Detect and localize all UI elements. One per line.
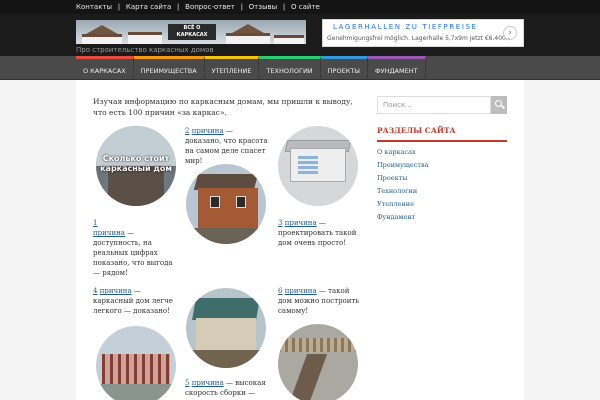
reason-6-link[interactable]: причина [285, 287, 317, 295]
logo-house [226, 33, 270, 44]
image-fence [278, 338, 358, 352]
search-form: Поиск... [377, 96, 507, 114]
reason-4-image[interactable] [96, 326, 176, 400]
reason-2-text: 2 причина — доказано, что красота на сам… [185, 126, 271, 166]
sidebar-item-advantages[interactable]: Преимущества [377, 159, 507, 172]
sidebar-item-insulation[interactable]: Утепление [377, 198, 507, 211]
reason-5-link[interactable]: причина [192, 379, 224, 387]
intro-text: Изучая информацию по каркасным домам, мы… [93, 97, 353, 117]
top-nav: Контакты ❙ Карта сайта ❙ Вопрос-ответ ❙ … [76, 3, 320, 11]
image-frame [102, 354, 170, 384]
page-gutter-left [0, 80, 76, 400]
reason-3-number[interactable]: 3 [278, 219, 282, 227]
top-bar: Контакты ❙ Карта сайта ❙ Вопрос-ответ ❙ … [0, 0, 600, 14]
image-house [198, 188, 258, 230]
nav-item-insulation[interactable]: Утепление [204, 56, 260, 80]
top-nav-separator: ❙ [281, 3, 288, 11]
site-tagline: Про строительство каркасных домов [76, 46, 214, 54]
logo-badge: ВСЁ О КАРКАСАХ [168, 24, 216, 40]
top-nav-faq[interactable]: Вопрос-ответ [185, 3, 235, 11]
ad-text: Genehmigungsfrei möglich. Lagerhalle 5,7… [327, 35, 510, 42]
sidebar-list: О каркасах Преимущества Проекты Технолог… [377, 146, 507, 224]
reason-5-image[interactable] [186, 288, 266, 368]
image-trench [288, 354, 328, 400]
image-house [196, 318, 256, 350]
search-button[interactable] [491, 96, 507, 114]
logo-house [274, 35, 304, 44]
reason-4-text: 4 причина — каркасный дом легче легкого … [93, 286, 177, 316]
top-nav-separator: ❙ [238, 3, 245, 11]
image-ground [186, 228, 266, 244]
reason-5-number[interactable]: 5 [185, 379, 189, 387]
logo-house [128, 32, 162, 44]
ad-title[interactable]: LAGERHALLEN ZU TIEFPREISE [333, 23, 478, 31]
reason-5-text: 5 причина — высокая скорость сборки — [185, 378, 271, 398]
reason-4-number[interactable]: 4 [93, 287, 97, 295]
image-window [236, 196, 246, 208]
image-roof [192, 298, 260, 320]
image-ground [96, 384, 176, 400]
sidebar-item-karkasy[interactable]: О каркасах [377, 146, 507, 159]
reason-2-image[interactable] [186, 164, 266, 244]
sidebar-item-technology[interactable]: Технологии [377, 185, 507, 198]
reason-6-number[interactable]: 6 [278, 287, 282, 295]
sidebar-title: Разделы сайта [377, 126, 507, 142]
reason-6-image[interactable] [278, 324, 358, 400]
site-logo[interactable]: ВСЁ О КАРКАСАХ [76, 20, 306, 44]
reason-2-link[interactable]: причина [192, 127, 224, 135]
reason-1-link[interactable]: причина [93, 229, 125, 237]
reason-1-image[interactable]: Сколько стоит каркасный дом [96, 126, 176, 206]
top-nav-separator: ❙ [116, 3, 122, 11]
chevron-right-icon[interactable]: › [503, 26, 517, 40]
top-nav-reviews[interactable]: Отзывы [249, 3, 278, 11]
top-nav-sitemap[interactable]: Карта сайта [126, 3, 171, 11]
page-gutter-right [524, 80, 600, 400]
nav-item-karkasy[interactable]: О каркасах [76, 56, 134, 80]
image-window [210, 196, 220, 208]
reason-4-link[interactable]: причина [100, 287, 132, 295]
logo-house [82, 34, 122, 44]
reason-1-number[interactable]: 1 [93, 219, 97, 227]
sidebar-item-foundation[interactable]: Фундамент [377, 211, 507, 224]
logo-roof [232, 24, 264, 33]
search-input[interactable]: Поиск... [377, 96, 491, 114]
sidebar-item-projects[interactable]: Проекты [377, 172, 507, 185]
nav-item-foundation[interactable]: Фундамент [368, 56, 426, 80]
reason-2-number[interactable]: 2 [185, 127, 189, 135]
main-nav: О каркасах Преимущества Утепление Технол… [0, 56, 600, 80]
nav-item-advantages[interactable]: Преимущества [133, 56, 205, 80]
logo-roof [86, 25, 118, 34]
reason-1-text: 1 причина — доступность, на реальных циф… [93, 218, 173, 278]
reason-6-text: 6 причина — такой дом можно построить са… [278, 286, 362, 316]
reason-1-image-caption: Сколько стоит каркасный дом [100, 154, 172, 173]
nav-item-projects[interactable]: Проекты [320, 56, 369, 80]
image-ground [186, 350, 266, 368]
top-nav-separator: ❙ [175, 3, 182, 11]
image-plan [298, 154, 318, 174]
nav-item-technology[interactable]: Технологии [259, 56, 321, 80]
ad-banner[interactable]: LAGERHALLEN ZU TIEFPREISE Genehmigungsfr… [322, 19, 524, 47]
reason-3-text: 3 причина — проектировать такой дом очен… [278, 218, 364, 248]
reason-3-image[interactable] [278, 126, 358, 206]
reason-3-link[interactable]: причина [285, 219, 317, 227]
search-icon-handle [501, 104, 505, 109]
top-nav-contacts[interactable]: Контакты [76, 3, 112, 11]
top-nav-about[interactable]: О сайте [291, 3, 320, 11]
